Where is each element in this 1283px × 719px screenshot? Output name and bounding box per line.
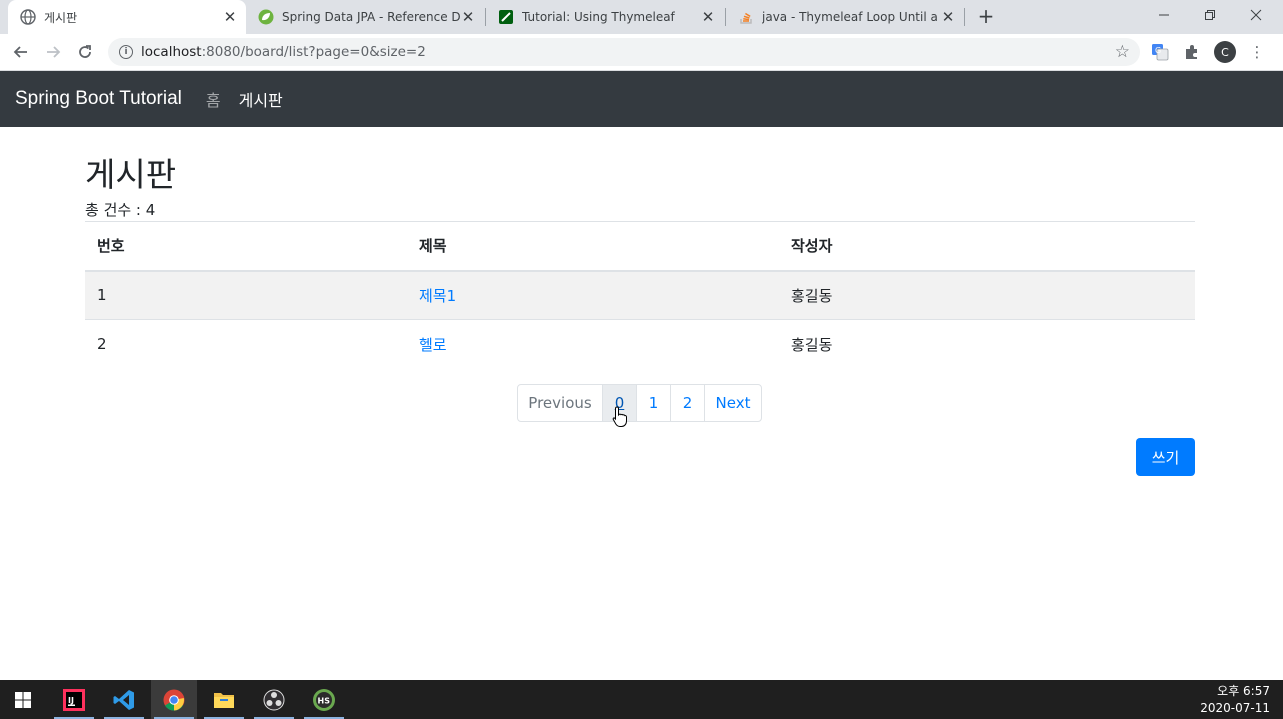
back-icon[interactable] — [9, 40, 33, 64]
total-count: 총 건수 : 4 — [85, 201, 156, 219]
nav-link-home[interactable]: 홈 — [206, 87, 221, 111]
new-tab-icon[interactable]: + — [975, 4, 997, 28]
spring-leaf-icon — [258, 9, 274, 25]
post-title-link[interactable]: 헬로 — [419, 336, 447, 354]
page-previous-button[interactable]: Previous — [517, 384, 603, 422]
forward-icon[interactable] — [41, 40, 65, 64]
column-header-title: 제목 — [407, 221, 779, 272]
cell-number: 1 — [85, 270, 407, 320]
obs-studio-icon[interactable] — [251, 680, 297, 719]
reload-icon[interactable] — [73, 40, 97, 64]
extensions-puzzle-icon[interactable] — [1181, 41, 1203, 63]
pagination: Previous 0 1 2 Next — [517, 384, 762, 422]
close-icon[interactable]: ✕ — [940, 8, 956, 26]
post-title-link[interactable]: 제목1 — [419, 287, 456, 305]
page-next-button[interactable]: Next — [704, 384, 762, 422]
tab-title: 게시판 — [44, 10, 78, 25]
restore-icon[interactable] — [1187, 0, 1233, 30]
file-explorer-icon[interactable] — [201, 680, 247, 719]
thymeleaf-icon — [498, 9, 514, 25]
tab-spring-data-jpa[interactable]: Spring Data JPA - Reference Do ✕ — [246, 0, 484, 34]
browser-tab-strip: 게시판 ✕ Spring Data JPA - Reference Do ✕ T… — [0, 0, 1283, 34]
table-header-row: 번호 제목 작성자 — [85, 221, 1195, 272]
info-icon[interactable]: i — [119, 45, 133, 59]
table-row: 1 제목1 홍길동 — [85, 270, 1195, 320]
svg-text:G: G — [1155, 46, 1161, 55]
tab-thymeleaf-tutorial[interactable]: Tutorial: Using Thymeleaf ✕ — [486, 0, 724, 34]
column-header-number: 번호 — [85, 221, 407, 272]
site-navbar: Spring Boot Tutorial 홈 게시판 — [0, 71, 1283, 127]
close-icon[interactable]: ✕ — [222, 8, 238, 26]
cell-author: 홍길동 — [779, 319, 1195, 369]
column-header-author: 작성자 — [779, 221, 1195, 272]
vscode-icon[interactable] — [101, 680, 147, 719]
stackoverflow-icon — [738, 9, 754, 25]
chrome-icon[interactable] — [151, 680, 197, 719]
page-1-button[interactable]: 1 — [636, 384, 671, 422]
cell-title: 제목1 — [407, 270, 779, 320]
navbar-brand[interactable]: Spring Boot Tutorial — [15, 88, 182, 110]
globe-icon — [20, 9, 36, 25]
browser-toolbar: i localhost:8080/board/list?page=0&size=… — [0, 34, 1283, 71]
profile-avatar[interactable]: C — [1214, 41, 1236, 63]
tab-stackoverflow[interactable]: java - Thymeleaf Loop Until a N ✕ — [726, 0, 964, 34]
close-icon[interactable]: ✕ — [700, 8, 716, 26]
nav-link-board[interactable]: 게시판 — [239, 87, 283, 111]
cell-author: 홍길동 — [779, 270, 1195, 320]
page-2-button[interactable]: 2 — [670, 384, 705, 422]
tab-separator — [964, 8, 965, 26]
intellij-idea-icon[interactable]: IJ — [51, 680, 97, 719]
write-button[interactable]: 쓰기 — [1136, 438, 1195, 476]
tab-title: Tutorial: Using Thymeleaf — [522, 10, 675, 24]
table-row: 2 헬로 홍길동 — [85, 319, 1195, 369]
url-host: localhost — [141, 44, 202, 60]
clock-time: 오후 6:57 — [1217, 684, 1270, 698]
close-icon[interactable]: ✕ — [460, 8, 476, 26]
svg-text:HS: HS — [318, 696, 331, 705]
more-menu-icon[interactable]: ⋮ — [1246, 41, 1268, 63]
tab-title: Spring Data JPA - Reference Do — [282, 10, 460, 24]
window-close-icon[interactable] — [1233, 0, 1279, 30]
clock-date: 2020-07-11 — [1200, 701, 1270, 715]
page-title: 게시판 — [85, 155, 177, 194]
tab-board[interactable]: 게시판 ✕ — [8, 0, 246, 34]
address-bar[interactable]: i localhost:8080/board/list?page=0&size=… — [108, 38, 1140, 66]
hs-app-icon[interactable]: HS — [301, 680, 347, 719]
translate-icon[interactable]: G — [1149, 41, 1171, 63]
cell-title: 헬로 — [407, 319, 779, 369]
board-table: 번호 제목 작성자 1 제목1 홍길동 2 헬로 홍길동 — [85, 221, 1195, 369]
windows-taskbar: IJ HS 오후 6:57 2020-07-11 — [0, 680, 1283, 719]
system-clock[interactable]: 오후 6:57 2020-07-11 — [1200, 683, 1270, 717]
tab-title: java - Thymeleaf Loop Until a N — [762, 10, 940, 24]
minimize-icon[interactable] — [1141, 0, 1187, 30]
hand-cursor-icon — [612, 406, 628, 428]
windows-start-icon[interactable] — [0, 680, 46, 719]
bookmark-star-icon[interactable]: ☆ — [1115, 42, 1130, 62]
cell-number: 2 — [85, 319, 407, 369]
url-path: :8080/board/list?page=0&size=2 — [201, 44, 426, 60]
svg-text:IJ: IJ — [68, 696, 74, 705]
